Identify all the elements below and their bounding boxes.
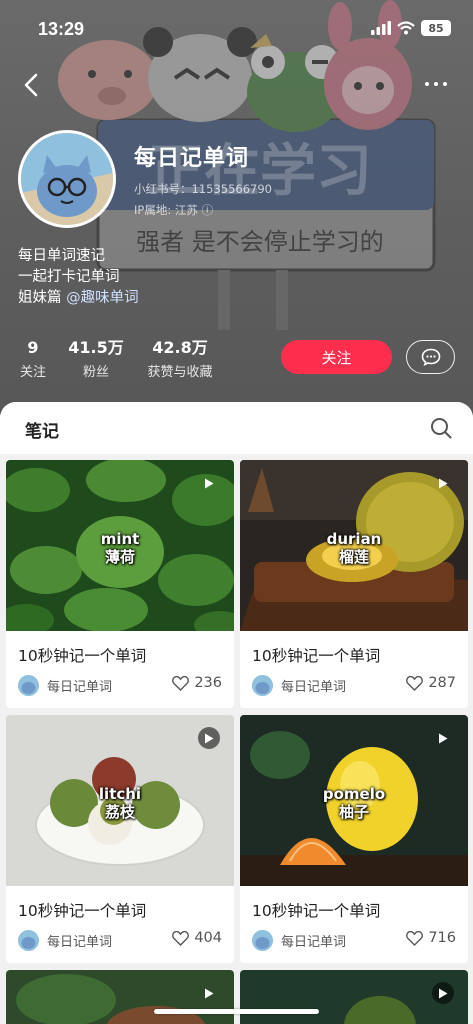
like-count: 404	[194, 930, 222, 946]
note-title[interactable]: 10秒钟记一个单词	[18, 899, 146, 921]
stat-likes-and-saves[interactable]: 42.8万 获赞与收藏	[140, 338, 220, 380]
svg-text:强者 是不会停止学习的: 强者 是不会停止学习的	[136, 228, 384, 256]
dot-icon	[443, 82, 447, 86]
avatar-cat-illustration	[21, 133, 113, 225]
status-bar: 13:29 85	[0, 0, 473, 56]
note-card[interactable]	[6, 970, 234, 1024]
note-card[interactable]: litchi 荔枝 10秒钟记一个单词 每日记单词 404	[6, 715, 234, 963]
note-author[interactable]: 每日记单词	[252, 675, 346, 696]
avatar	[18, 675, 39, 696]
dot-icon	[425, 82, 429, 86]
author-name: 每日记单词	[281, 935, 347, 950]
word-chinese: 榴莲	[338, 548, 369, 566]
note-card[interactable]: pomelo 柚子 10秒钟记一个单词 每日记单词 716	[240, 715, 468, 963]
battery-indicator: 85	[421, 20, 451, 36]
video-play-icon	[198, 472, 220, 494]
chevron-left-icon	[24, 73, 38, 97]
avatar	[252, 930, 273, 951]
video-play-icon	[432, 982, 454, 1004]
word-chinese: 柚子	[338, 803, 369, 821]
video-play-icon	[432, 472, 454, 494]
stat-label: 获赞与收藏	[147, 365, 213, 380]
stat-followers[interactable]: 41.5万 粉丝	[66, 338, 126, 380]
note-title[interactable]: 10秒钟记一个单词	[252, 899, 380, 921]
profile-account-id[interactable]: 小红书号：11535566790	[134, 181, 272, 197]
like-button[interactable]: 236	[172, 675, 222, 691]
status-time: 13:29	[38, 19, 85, 39]
note-author[interactable]: 每日记单词	[18, 930, 112, 951]
heart-icon	[172, 930, 190, 946]
author-name: 每日记单词	[281, 680, 347, 695]
home-indicator[interactable]	[154, 1009, 319, 1014]
author-name: 每日记单词	[47, 680, 113, 695]
like-count: 716	[428, 930, 456, 946]
word-english: mint	[100, 530, 140, 548]
search-icon[interactable]	[429, 416, 453, 440]
notes-panel: 笔记 mint 薄荷 10秒钟记一个单词 每日记单词 236 durian 榴莲…	[0, 402, 473, 1024]
avatar	[252, 675, 273, 696]
bio-line: 每日单词速记	[18, 248, 105, 264]
author-name: 每日记单词	[47, 935, 113, 950]
stat-value: 9	[27, 338, 39, 357]
like-button[interactable]: 716	[406, 930, 456, 946]
note-thumbnail[interactable]: mint 薄荷	[6, 460, 234, 631]
word-chinese: 薄荷	[104, 548, 135, 566]
video-play-icon	[198, 727, 220, 749]
dot-icon	[434, 82, 438, 86]
heart-icon	[406, 675, 424, 691]
notes-tab[interactable]: 笔记	[25, 417, 59, 442]
stat-value: 42.8万	[152, 338, 208, 357]
profile-ip-location[interactable]: IP属地: 江苏 ⓘ	[134, 202, 213, 218]
wifi-icon	[397, 21, 415, 35]
video-play-icon	[198, 982, 220, 1004]
profile-stats: 9 关注 41.5万 粉丝 42.8万 获赞与收藏	[0, 338, 260, 382]
heart-icon	[406, 930, 424, 946]
chat-bubble-icon	[421, 348, 440, 366]
stat-label: 关注	[19, 365, 46, 380]
video-play-icon	[432, 727, 454, 749]
bio-line-prefix: 姐妹篇	[18, 290, 67, 306]
heart-icon	[172, 675, 190, 691]
note-card[interactable]	[240, 970, 468, 1024]
profile-name: 每日记单词	[134, 146, 250, 171]
profile-avatar[interactable]	[18, 130, 116, 228]
word-chinese: 荔枝	[104, 803, 135, 821]
word-english: pomelo	[322, 785, 386, 803]
stat-value: 41.5万	[68, 338, 124, 357]
avatar	[18, 930, 39, 951]
bio-line: 姐妹篇 @趣味单词	[18, 288, 139, 309]
note-title[interactable]: 10秒钟记一个单词	[18, 644, 146, 666]
back-button[interactable]	[16, 68, 46, 102]
profile-bio: 每日单词速记 一起打卡记单词 姐妹篇 @趣味单词	[18, 246, 139, 309]
note-card[interactable]: durian 榴莲 10秒钟记一个单词 每日记单词 287	[240, 460, 468, 708]
stat-label: 粉丝	[82, 365, 109, 380]
bio-line: 一起打卡记单词	[18, 269, 120, 285]
message-button[interactable]	[406, 340, 455, 374]
note-thumbnail[interactable]: durian 榴莲	[240, 460, 468, 631]
bio-mention-link[interactable]: @趣味单词	[66, 290, 139, 306]
note-title[interactable]: 10秒钟记一个单词	[252, 644, 380, 666]
follow-button[interactable]: 关注	[281, 340, 392, 374]
note-thumbnail[interactable]: pomelo 柚子	[240, 715, 468, 886]
stat-following[interactable]: 9 关注	[18, 338, 48, 380]
like-count: 236	[194, 675, 222, 691]
like-button[interactable]: 404	[172, 930, 222, 946]
signal-icon	[371, 21, 391, 35]
like-count: 287	[428, 675, 456, 691]
profile-header: 正在学习 强者 是不会停止学习的 13:29 85 每日记单词 小红书号：115…	[0, 0, 473, 420]
word-english: litchi	[98, 785, 142, 803]
note-author[interactable]: 每日记单词	[18, 675, 112, 696]
note-thumbnail[interactable]: litchi 荔枝	[6, 715, 234, 886]
note-author[interactable]: 每日记单词	[252, 930, 346, 951]
notes-header: 笔记	[0, 402, 473, 454]
like-button[interactable]: 287	[406, 675, 456, 691]
note-card[interactable]: mint 薄荷 10秒钟记一个单词 每日记单词 236	[6, 460, 234, 708]
word-english: durian	[326, 530, 382, 548]
more-options-button[interactable]	[419, 72, 453, 96]
